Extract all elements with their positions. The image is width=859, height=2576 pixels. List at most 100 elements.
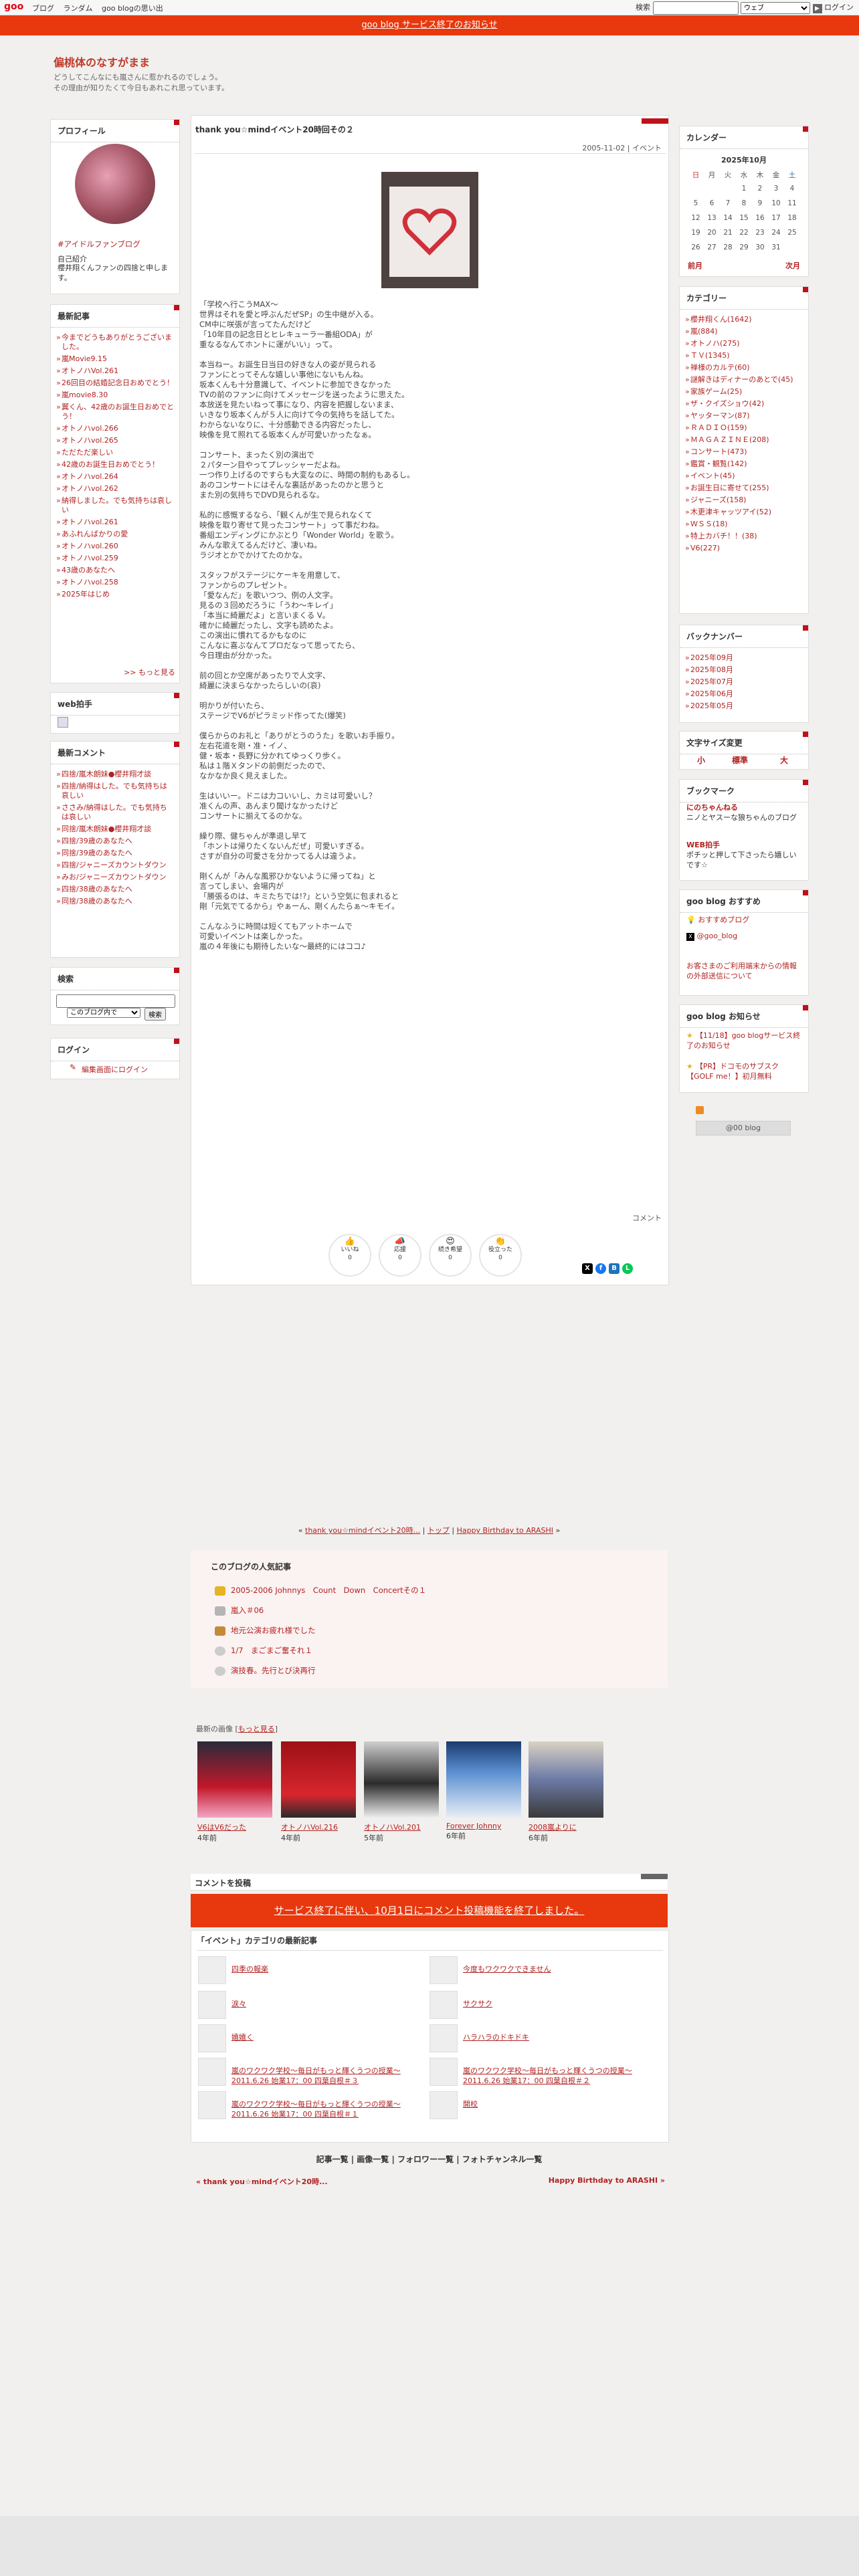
search-icon[interactable]: ▶	[812, 3, 822, 13]
category-item[interactable]: 家族ゲーム(25)	[685, 386, 803, 398]
backnumber-item[interactable]: 2025年05月	[685, 700, 803, 712]
thumb-link[interactable]: オトノハVol.201	[364, 1823, 421, 1832]
recent-post-item-link[interactable]: 嵐Movie9.15	[62, 354, 107, 363]
category-item[interactable]: 特上カバチ！！(38)	[685, 530, 803, 542]
recent-comment-item[interactable]: 同捨/39歳のあなたへ	[56, 847, 174, 859]
bookmark-title[interactable]: にのちゃんねる	[686, 802, 801, 813]
thumbnail-image[interactable]	[446, 1741, 521, 1818]
thumb-link[interactable]: V6はV6だった	[197, 1823, 246, 1832]
recent-post-item-link[interactable]: オトノハvol.261	[62, 518, 118, 526]
category-item-link[interactable]: 櫻井翔くん(1642)	[690, 315, 752, 324]
recent-post-item[interactable]: 翼くん、42歳のお誕生日おめでとう！	[56, 401, 174, 423]
recent-post-item-link[interactable]: ただただ楽しい	[62, 448, 113, 457]
recent-post-item-link[interactable]: 納得しました。でも気持ちは哀しい	[62, 496, 172, 514]
thumb-link[interactable]: 2008嵐よりに	[529, 1823, 577, 1832]
category-item[interactable]: イベント(45)	[685, 470, 803, 482]
category-item-link[interactable]: 家族ゲーム(25)	[690, 387, 742, 396]
recent-post-item[interactable]: 嵐movie8.30	[56, 389, 174, 401]
backnumber-item-link[interactable]: 2025年08月	[690, 665, 733, 674]
login-link[interactable]: ログイン	[824, 3, 854, 12]
reaction-cheer[interactable]: 📣 応援 0	[379, 1234, 421, 1277]
recent-post-item[interactable]: 26回目の結婚記念日おめでとう！	[56, 377, 174, 389]
category-recent-link[interactable]: 涙々	[231, 1999, 422, 2009]
category-item[interactable]: オトノハ(275)	[685, 338, 803, 350]
popular-item[interactable]: 演技春。先行とび決再行	[215, 1665, 316, 1676]
nav-random[interactable]: ランダム	[64, 4, 93, 13]
category-item[interactable]: 櫻井翔くん(1642)	[685, 314, 803, 326]
recent-comment-item-link[interactable]: 四捨/38歳のあなたへ	[62, 885, 132, 893]
backnumber-item[interactable]: 2025年08月	[685, 664, 803, 676]
thumbnail-image[interactable]	[529, 1741, 603, 1818]
recent-post-item-link[interactable]: オトノハVol.261	[62, 366, 118, 375]
backnumber-item-link[interactable]: 2025年09月	[690, 653, 733, 662]
category-item-link[interactable]: お誕生日に寄せて(255)	[690, 484, 769, 492]
font-small-button[interactable]: 小	[697, 754, 705, 766]
recent-comment-item[interactable]: 四捨/38歳のあなたへ	[56, 883, 174, 895]
category-item-link[interactable]: 鑑賞・観覧(142)	[690, 459, 747, 468]
category-item-link[interactable]: ジャニーズ(158)	[690, 496, 746, 504]
recent-comment-item[interactable]: 四捨/39歳のあなたへ	[56, 835, 174, 847]
category-item[interactable]: コンサート(473)	[685, 446, 803, 458]
thumbnail-image[interactable]	[281, 1741, 356, 1818]
avatar[interactable]	[75, 144, 155, 224]
x-share-icon[interactable]: X	[582, 1263, 593, 1274]
blog-search-input[interactable]	[56, 994, 175, 1008]
recent-comment-item[interactable]: 四捨/嵐木朗妹●櫻井翔才談	[56, 768, 174, 780]
recent-comment-item-link[interactable]: 同捨/嵐木朗妹●櫻井翔才談	[62, 825, 151, 833]
prev-month-link[interactable]: 前月	[688, 260, 702, 271]
recent-post-item[interactable]: オトノハvol.259	[56, 552, 174, 564]
category-item[interactable]: 木更津キャッツアイ(52)	[685, 506, 803, 518]
recent-post-item-link[interactable]: オトノハvol.265	[62, 436, 118, 445]
recent-post-item[interactable]: オトノハvol.258	[56, 576, 174, 588]
recent-comment-item-link[interactable]: ささみ/納得はした。でも気持ちは哀しい	[62, 803, 167, 821]
category-item-link[interactable]: ヤッターマン(87)	[690, 411, 750, 420]
footer-links[interactable]: 記事一覧 | 画像一覧 | フォロワー一覧 | フォトチャンネル一覧	[191, 2153, 668, 2165]
admin-login-link[interactable]: 編集画面にログイン	[82, 1064, 148, 1075]
recent-comment-item-link[interactable]: 四捨/39歳のあなたへ	[62, 837, 132, 845]
recent-post-item[interactable]: 今までどうもありがとうございました。	[56, 332, 174, 353]
category-item[interactable]: ヤッターマン(87)	[685, 410, 803, 422]
popular-item[interactable]: 嵐入＃06	[215, 1605, 264, 1616]
popular-item[interactable]: 2005-2006 Johnnys Count Down Concertその１	[215, 1585, 426, 1596]
recent-comment-item[interactable]: 四捨/納得はした。でも気持ちは哀しい	[56, 780, 174, 802]
blog-title[interactable]: 偏桃体のなすがまま	[54, 53, 150, 70]
recent-comment-item[interactable]: ささみ/納得はした。でも気持ちは哀しい	[56, 802, 174, 823]
search-scope-select[interactable]: ウェブ	[741, 2, 810, 14]
recent-post-item-link[interactable]: 26回目の結婚記念日おめでとう！	[62, 379, 174, 387]
goo-x-link[interactable]: X @goo_blog	[686, 932, 737, 941]
category-recent-link[interactable]: 今度もワクワクできません	[463, 1964, 654, 1974]
font-large-button[interactable]: 大	[780, 754, 788, 766]
next-month-link[interactable]: 次月	[785, 260, 800, 271]
category-item[interactable]: ＭＡＧＡＺＩＮＥ(208)	[685, 434, 803, 446]
category-recent-link[interactable]: 嬉嬉く	[231, 2032, 422, 2042]
recent-post-item-link[interactable]: あふれんばかりの愛	[62, 530, 128, 538]
font-normal-button[interactable]: 標準	[732, 754, 748, 766]
top-search-input[interactable]	[652, 1, 739, 15]
category-item-link[interactable]: イベント(45)	[690, 471, 735, 480]
category-recent-link[interactable]: ハラハラのドキドキ	[463, 2032, 654, 2042]
line-share-icon[interactable]: L	[622, 1263, 633, 1274]
reaction-helpful[interactable]: 👏 役立った 0	[479, 1234, 522, 1277]
category-item[interactable]: ＴＶ(1345)	[685, 350, 803, 362]
category-item[interactable]: ＲＡＤＩＯ(159)	[685, 422, 803, 434]
web-clap-image-icon[interactable]	[58, 717, 68, 728]
blog-search-button[interactable]: 検索	[145, 1008, 166, 1021]
category-item[interactable]: 鑑賞・観覧(142)	[685, 458, 803, 470]
popular-item[interactable]: 地元公演お疲れ様でした	[215, 1625, 316, 1636]
category-item[interactable]: ザ・クイズショウ(42)	[685, 398, 803, 410]
reaction-like[interactable]: 👍 いいね 0	[328, 1234, 371, 1277]
reaction-want-more[interactable]: 😍 続き希望 0	[429, 1234, 472, 1277]
category-item-link[interactable]: オトノハ(275)	[690, 339, 740, 348]
backnumber-item-link[interactable]: 2025年07月	[690, 677, 733, 686]
rss-icon[interactable]	[696, 1106, 704, 1114]
goo-blog-badge[interactable]: @00 blog	[696, 1121, 791, 1136]
recent-post-item[interactable]: あふれんばかりの愛	[56, 528, 174, 540]
recent-post-item[interactable]: オトノハvol.265	[56, 435, 174, 447]
category-item-link[interactable]: ＲＡＤＩＯ(159)	[690, 423, 747, 432]
data-notice-link[interactable]: お客さまのご利用端末からの情報の外部送信について	[686, 961, 801, 981]
category-recent-link[interactable]: 嵐のワクワク学校～毎日がもっと輝くうつの授業～2011.6.26 始業17：00…	[463, 2066, 654, 2086]
recent-post-item[interactable]: オトノハvol.260	[56, 540, 174, 552]
backnumber-item[interactable]: 2025年09月	[685, 652, 803, 664]
category-item-link[interactable]: 謎解きはディナーのあとで(45)	[690, 375, 793, 384]
recent-post-item[interactable]: 42歳のお誕生日おめでとう！	[56, 459, 174, 471]
